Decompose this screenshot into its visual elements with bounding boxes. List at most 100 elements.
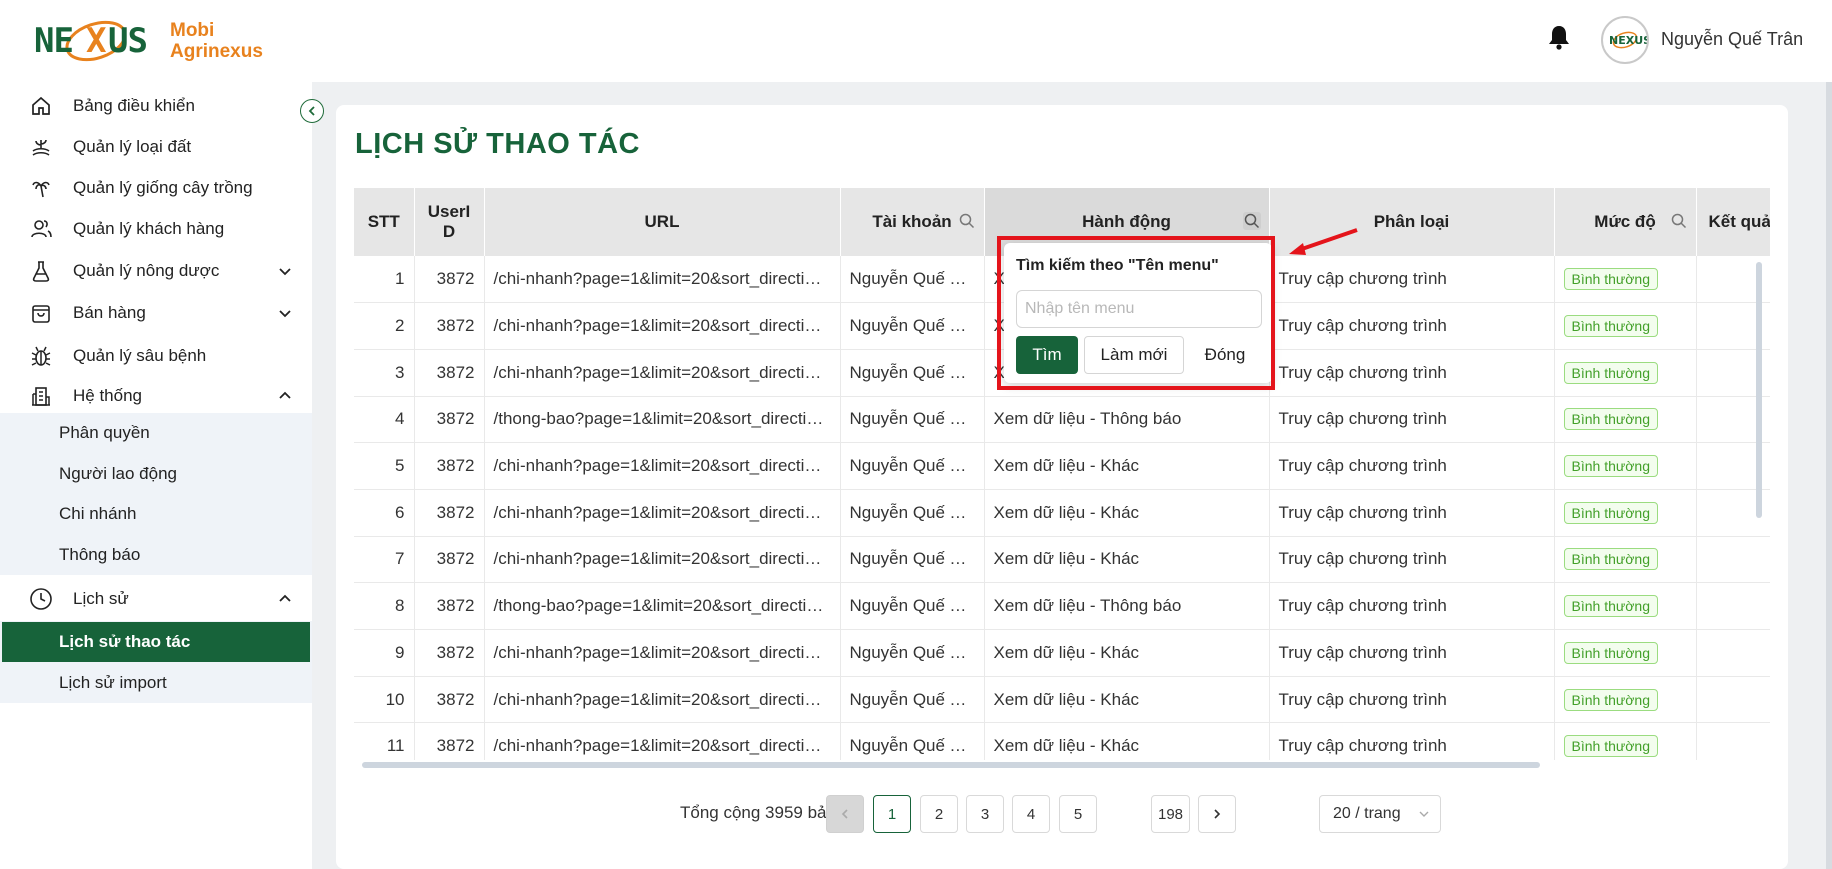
- sidebar-item-action-history[interactable]: Lịch sử thao tác: [2, 622, 310, 662]
- cell-stt: 6: [354, 489, 415, 537]
- status-badge: Bình thường: [1563, 735, 1658, 758]
- cell-account: Nguyễn Quế Trân: [840, 536, 985, 584]
- table-row[interactable]: 4 3872/thong-bao?page=1&limit=20&sort_dir…: [354, 396, 1770, 444]
- status-badge: Bình thường: [1563, 408, 1658, 431]
- pagination-next-button[interactable]: [1198, 795, 1236, 833]
- cell-stt: 7: [354, 536, 415, 584]
- annotation-arrow-icon: [1289, 228, 1358, 255]
- sidebar-item-import-history[interactable]: Lịch sử import: [0, 663, 312, 703]
- sidebar-item-label: Quản lý loại đất: [73, 137, 192, 156]
- cell-category: Truy cập chương trình: [1269, 489, 1555, 537]
- cell-url: /chi-nhanh?page=1&limit=20&sort_directio…: [484, 722, 841, 760]
- cell-stt: 8: [354, 582, 415, 630]
- sidebar-item-label: Người lao động: [59, 464, 177, 483]
- sidebar-item-customers[interactable]: Quản lý khách hàng: [0, 209, 312, 249]
- column-header-label: Phân loại: [1373, 212, 1450, 231]
- cell-stt: 9: [354, 629, 415, 677]
- status-badge: Bình thường: [1563, 315, 1658, 338]
- close-button[interactable]: Đóng: [1194, 336, 1256, 374]
- cell-userid: 3872: [414, 442, 485, 490]
- cell-url: /chi-nhanh?page=1&limit=20&sort_directio…: [484, 489, 841, 537]
- brand-logo[interactable]: NE X US Mobi Agrinexus: [34, 16, 263, 66]
- column-header-label: UserID: [427, 202, 471, 241]
- cell-stt: 1: [354, 256, 415, 304]
- cell-url: /chi-nhanh?page=1&limit=20&sort_directio…: [484, 442, 841, 490]
- cell-userid: 3872: [414, 722, 485, 760]
- sidebar-item-notifications[interactable]: Thông báo: [0, 535, 312, 575]
- sidebar-item-label: Bảng điều khiển: [73, 96, 195, 115]
- column-header-userid: UserID: [414, 188, 485, 256]
- sidebar-item-soil[interactable]: Quản lý loại đất: [0, 127, 312, 167]
- sidebar-item-pesticides[interactable]: Quản lý nông dược: [0, 251, 312, 291]
- page-title: LỊCH SỬ THAO TÁC: [355, 128, 640, 160]
- sidebar-item-label: Chi nhánh: [59, 504, 137, 523]
- avatar[interactable]: NEXUS: [1601, 16, 1649, 64]
- chevron-down-icon: [279, 268, 291, 276]
- sidebar-item-pests[interactable]: Quản lý sâu bệnh: [0, 336, 312, 376]
- pagination-page-last[interactable]: 198: [1151, 795, 1191, 833]
- page-size-select[interactable]: 20 / trang: [1319, 795, 1441, 833]
- page-size-value: 20 / trang: [1333, 805, 1401, 822]
- search-icon[interactable]: [1242, 212, 1261, 230]
- pagination-page-4[interactable]: 4: [1012, 795, 1050, 833]
- sidebar-item-dashboard[interactable]: Bảng điều khiển: [0, 86, 312, 126]
- cell-level: Bình thường: [1554, 396, 1697, 444]
- search-icon[interactable]: [1670, 212, 1688, 230]
- cell-action: Xem dữ liệu - Khác: [984, 536, 1270, 584]
- sidebar-item-label: Quản lý sâu bệnh: [73, 346, 207, 365]
- collapse-sidebar-button[interactable]: [300, 99, 324, 123]
- sidebar-item-workers[interactable]: Người lao động: [0, 454, 312, 494]
- page-scrollbar[interactable]: [1826, 82, 1832, 869]
- cell-category: Truy cập chương trình: [1269, 676, 1555, 724]
- cell-level: Bình thường: [1554, 676, 1697, 724]
- sidebar-item-system[interactable]: Hệ thống: [0, 376, 312, 416]
- horizontal-scrollbar[interactable]: [362, 762, 1540, 768]
- table-row[interactable]: 5 3872/chi-nhanh?page=1&limit=20&sort_dir…: [354, 442, 1770, 490]
- sidebar-item-label: Phân quyền: [59, 423, 150, 442]
- user-name[interactable]: Nguyễn Quế Trân: [1661, 29, 1803, 50]
- column-header-label: URL: [644, 212, 680, 231]
- sidebar-item-label: Quản lý giống cây trồng: [73, 178, 253, 197]
- cell-category: Truy cập chương trình: [1269, 396, 1555, 444]
- vertical-scrollbar[interactable]: [1756, 262, 1762, 518]
- cell-userid: 3872: [414, 629, 485, 677]
- cell-account: Nguyễn Quế Trân: [840, 256, 985, 304]
- menu-name-search-input[interactable]: [1016, 290, 1262, 328]
- column-header-url: URL: [484, 188, 841, 256]
- brand-name-line1: Mobi: [170, 20, 215, 41]
- reset-button[interactable]: Làm mới: [1084, 336, 1184, 374]
- pagination-page-3[interactable]: 3: [966, 795, 1004, 833]
- column-header-label: Tài khoản: [872, 212, 952, 231]
- cell-level: Bình thường: [1554, 302, 1697, 350]
- pagination-prev-button[interactable]: [826, 795, 864, 833]
- table-row[interactable]: 9 3872/chi-nhanh?page=1&limit=20&sort_dir…: [354, 629, 1770, 677]
- sidebar-item-branches[interactable]: Chi nhánh: [0, 494, 312, 534]
- sidebar-item-permissions[interactable]: Phân quyền: [0, 413, 312, 453]
- sidebar-item-label: Thông báo: [59, 545, 141, 564]
- svg-text:US: US: [108, 21, 147, 61]
- cell-userid: 3872: [414, 396, 485, 444]
- cell-category: Truy cập chương trình: [1269, 722, 1555, 760]
- sidebar-item-sales[interactable]: Bán hàng: [0, 293, 312, 333]
- cell-url: /thong-bao?page=1&limit=20&sort_directio…: [484, 396, 841, 444]
- sidebar-item-history[interactable]: Lịch sử: [0, 579, 312, 619]
- cell-category: Truy cập chương trình: [1269, 349, 1555, 397]
- pagination-page-5[interactable]: 5: [1059, 795, 1097, 833]
- table-row[interactable]: 11 3872/chi-nhanh?page=1&limit=20&sort_di…: [354, 722, 1770, 760]
- column-header-result: Kết quả: [1696, 188, 1770, 256]
- search-button[interactable]: Tìm: [1016, 336, 1078, 374]
- table-row[interactable]: 10 3872/chi-nhanh?page=1&limit=20&sort_di…: [354, 676, 1770, 724]
- table-row[interactable]: 8 3872/thong-bao?page=1&limit=20&sort_dir…: [354, 582, 1770, 630]
- table-row[interactable]: 7 3872/chi-nhanh?page=1&limit=20&sort_dir…: [354, 536, 1770, 584]
- cell-stt: 4: [354, 396, 415, 444]
- search-icon[interactable]: [958, 212, 976, 230]
- pagination-page-2[interactable]: 2: [920, 795, 958, 833]
- sidebar-item-plant-varieties[interactable]: Quản lý giống cây trồng: [0, 168, 312, 208]
- status-badge: Bình thường: [1563, 501, 1658, 524]
- brand-name-line2: Agrinexus: [170, 41, 263, 62]
- table-row[interactable]: 6 3872/chi-nhanh?page=1&limit=20&sort_dir…: [354, 489, 1770, 537]
- cell-action: Xem dữ liệu - Thông báo: [984, 396, 1270, 444]
- pagination-page-1[interactable]: 1: [873, 795, 911, 833]
- bug-icon: [28, 343, 54, 369]
- bell-icon[interactable]: [1547, 24, 1575, 54]
